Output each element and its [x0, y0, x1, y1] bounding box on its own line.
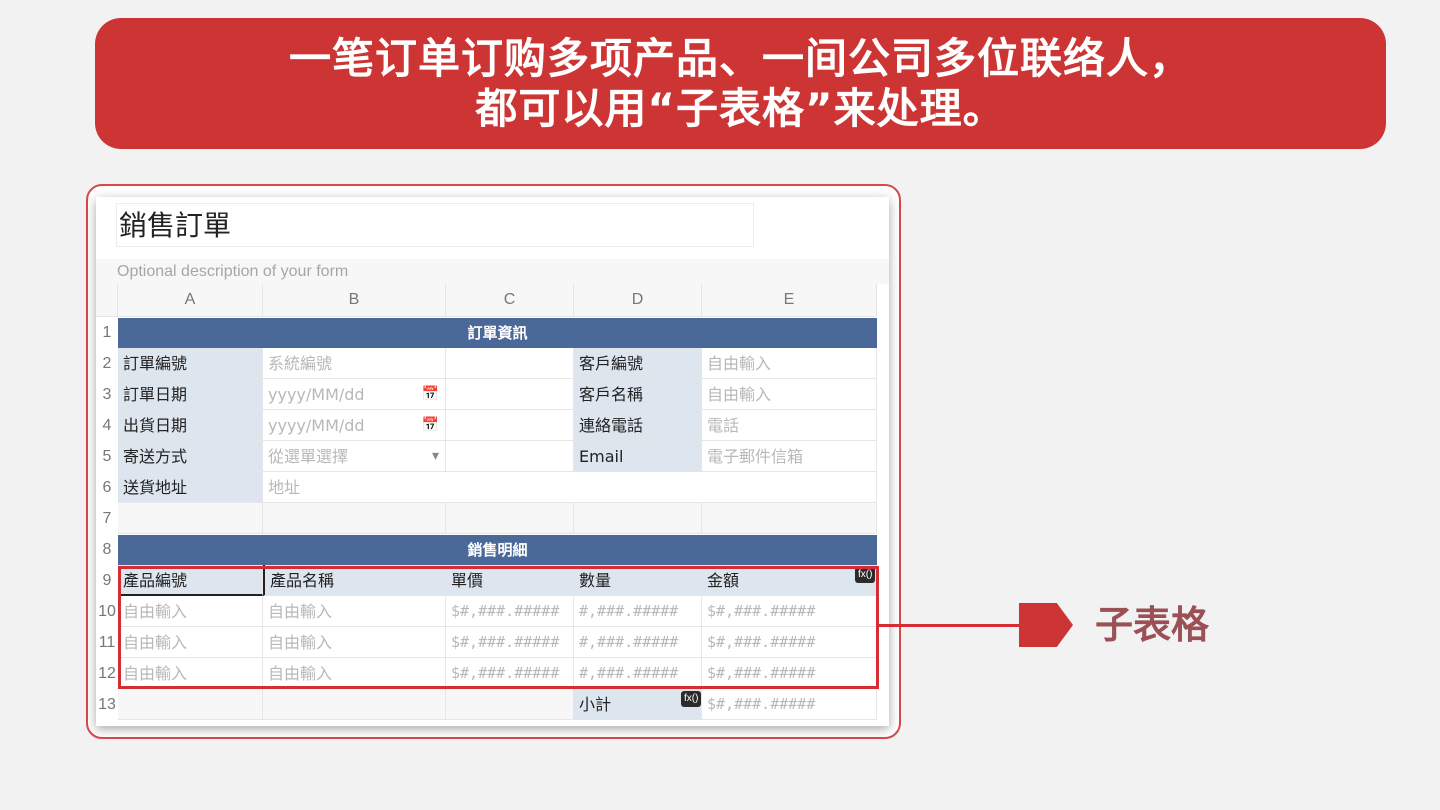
ship-date-placeholder: yyyy/MM/dd	[268, 416, 365, 435]
section-band-sales-detail: 銷售明細	[118, 535, 877, 565]
calendar-icon[interactable]: 📅	[422, 410, 439, 440]
label-ship-method: 寄送方式	[118, 441, 263, 472]
col-header-d[interactable]: D	[574, 284, 702, 317]
ship-method-select[interactable]: 從選單選擇 ▾	[263, 441, 446, 472]
label-customer-number: 客戶編號	[574, 348, 702, 379]
row-header-7: 7	[102, 510, 112, 527]
headline-banner: 一笔订单订购多项产品、一间公司多位联络人， 都可以用“子表格”来处理。	[95, 18, 1386, 149]
empty-cell[interactable]	[574, 503, 702, 534]
row-header-13: 13	[98, 696, 116, 713]
contact-phone-field[interactable]: 電話	[702, 410, 877, 441]
headline-line-1: 一笔订单订购多项产品、一间公司多位联络人，	[288, 34, 1192, 83]
row-header-5: 5	[102, 448, 112, 465]
label-contact-phone: 連絡電話	[574, 410, 702, 441]
headline-line-2: 都可以用“子表格”来处理。	[475, 84, 1006, 133]
label-order-date: 訂單日期	[118, 379, 263, 410]
form-description-input[interactable]: Optional description of your form	[96, 259, 889, 284]
order-number-field[interactable]: 系統編號	[263, 348, 446, 379]
row-header-8: 8	[102, 541, 112, 558]
delivery-address-field[interactable]: 地址	[263, 472, 877, 503]
customer-number-field[interactable]: 自由輸入	[702, 348, 877, 379]
formula-badge[interactable]: fx()	[681, 691, 702, 707]
empty-cell[interactable]	[702, 503, 877, 534]
row-header-9: 9	[102, 572, 112, 589]
subtable-highlight-box	[118, 566, 879, 689]
email-field[interactable]: 電子郵件信箱	[702, 441, 877, 472]
row-header-11: 11	[98, 634, 116, 651]
empty-cell[interactable]	[118, 689, 263, 720]
ship-date-field[interactable]: yyyy/MM/dd 📅	[263, 410, 446, 441]
empty-cell[interactable]	[263, 503, 446, 534]
order-date-placeholder: yyyy/MM/dd	[268, 385, 365, 404]
form-title-input[interactable]: 銷售訂單	[116, 203, 754, 247]
caret-down-icon[interactable]: ▾	[432, 441, 439, 471]
corner-header	[96, 284, 118, 317]
empty-cell[interactable]	[118, 503, 263, 534]
label-order-number: 訂單編號	[118, 348, 263, 379]
label-delivery-address: 送貨地址	[118, 472, 263, 503]
customer-name-field[interactable]: 自由輸入	[702, 379, 877, 410]
label-email: Email	[574, 441, 702, 472]
order-date-field[interactable]: yyyy/MM/dd 📅	[263, 379, 446, 410]
label-ship-date: 出貨日期	[118, 410, 263, 441]
callout-label: 子表格	[1095, 603, 1210, 647]
calendar-icon[interactable]: 📅	[422, 379, 439, 409]
label-customer-name: 客戶名稱	[574, 379, 702, 410]
row-header-12: 12	[98, 665, 116, 682]
row-header-1: 1	[102, 324, 112, 341]
empty-cell[interactable]	[446, 503, 574, 534]
empty-cell[interactable]	[263, 689, 446, 720]
section-band-order-info: 訂單資訊	[118, 318, 877, 348]
empty-cell[interactable]	[446, 410, 574, 441]
subtotal-field[interactable]: $#,###.#####	[702, 689, 877, 720]
col-header-b[interactable]: B	[263, 284, 446, 317]
empty-cell[interactable]	[446, 441, 574, 472]
col-header-c[interactable]: C	[446, 284, 574, 317]
empty-cell[interactable]	[446, 689, 574, 720]
empty-cell[interactable]	[446, 379, 574, 410]
row-header-2: 2	[102, 355, 112, 372]
callout-arrow-icon	[1019, 603, 1073, 647]
callout-line	[879, 624, 1020, 627]
col-header-a[interactable]: A	[118, 284, 263, 317]
row-header-3: 3	[102, 386, 112, 403]
row-header-4: 4	[102, 417, 112, 434]
empty-cell[interactable]	[446, 348, 574, 379]
row-header-6: 6	[102, 479, 112, 496]
row-header-10: 10	[98, 603, 116, 620]
col-header-e[interactable]: E	[702, 284, 877, 317]
ship-method-placeholder: 從選單選擇	[268, 447, 349, 466]
